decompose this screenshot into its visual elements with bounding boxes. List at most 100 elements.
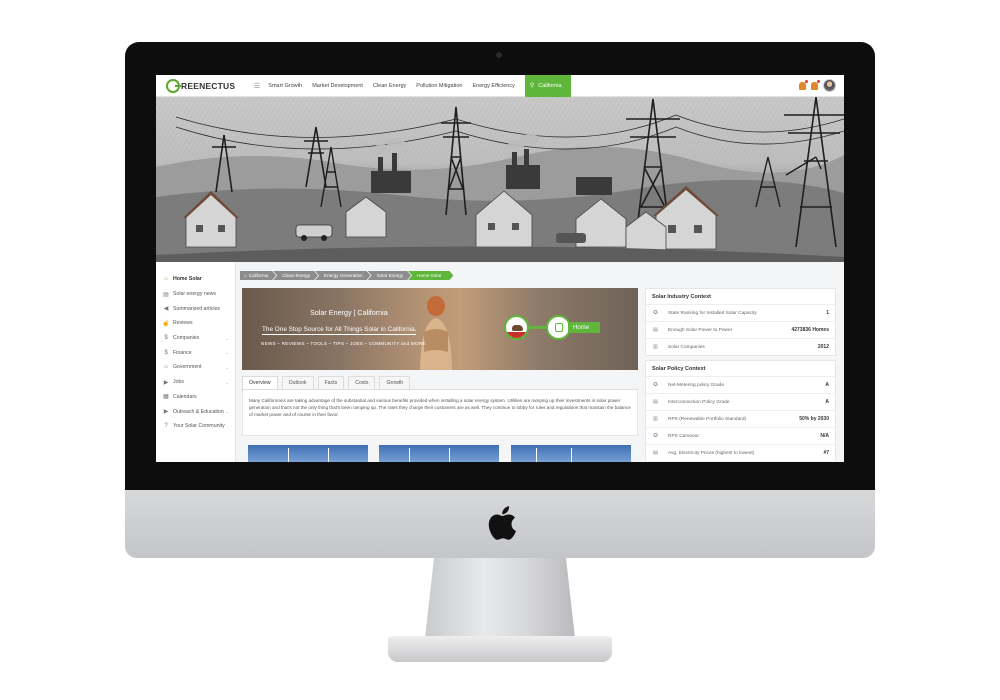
policy-context-panel: Solar Policy Context ✪ Net-Metering poli… bbox=[645, 360, 836, 461]
tab-outlook[interactable]: Outlook bbox=[281, 376, 314, 389]
solar-banner: Solar Energy | California The One Stop S… bbox=[242, 288, 638, 370]
dollar-icon: $ bbox=[164, 349, 168, 356]
alert-icon[interactable] bbox=[811, 79, 820, 90]
nav-item-california-label: California bbox=[538, 82, 562, 89]
tab-growth[interactable]: Growth bbox=[379, 376, 411, 389]
nav-item-market-development[interactable]: Market Development bbox=[312, 83, 363, 89]
nav-item-clean-energy[interactable]: Clean Energy bbox=[373, 83, 406, 89]
breadcrumb: ⌂ California Clean Energy Energy Generat… bbox=[240, 271, 450, 280]
doc-icon: ▤ bbox=[652, 450, 659, 456]
breadcrumb-item-california[interactable]: ⌂ California bbox=[240, 271, 276, 280]
connector-line bbox=[529, 326, 546, 329]
content-tabs: Overview Outlook Facts Costs Growth bbox=[242, 376, 638, 390]
top-navigation: REENECTUS ☰ Smart Growth Market Developm… bbox=[156, 75, 844, 97]
chevron-down-icon[interactable]: ⌄ bbox=[226, 365, 229, 370]
nav-item-smart-growth[interactable]: Smart Growth bbox=[268, 83, 302, 89]
tab-costs[interactable]: Costs bbox=[348, 376, 376, 389]
megaphone-icon: ◀ bbox=[163, 306, 169, 313]
banner-links: NEWS – REVIEWS – TOOLS – TIPS – JOBS – C… bbox=[261, 341, 426, 346]
menu-icon[interactable]: ☰ bbox=[254, 82, 260, 90]
hero-illustration bbox=[156, 97, 844, 262]
chevron-down-icon[interactable]: ⌄ bbox=[226, 380, 229, 385]
sidebar-item-your-solar-community[interactable]: ? Your Solar Community bbox=[156, 419, 235, 434]
policy-row-rps: ▥ RPS (Renewable Portfolio Standard) 50%… bbox=[646, 410, 835, 427]
notification-icon[interactable] bbox=[799, 79, 808, 90]
notification-badge bbox=[805, 79, 808, 83]
industry-context-panel: Solar Industry Context ✪ State Ranking f… bbox=[645, 288, 836, 356]
award-icon: ✪ bbox=[653, 382, 658, 388]
thumbs-icon: ☝ bbox=[162, 320, 170, 327]
policy-row-net-metering: ✪ Net-Metering policy Grade A bbox=[646, 376, 835, 393]
sidebar-item-label: Outreach & Education bbox=[173, 408, 224, 415]
sidebar-item-label: Finance bbox=[173, 349, 192, 356]
sidebar-item-outreach-education[interactable]: ▶ Outreach & Education ⌄ bbox=[156, 404, 235, 419]
row-label: Interconnection Policy Grade bbox=[668, 399, 730, 405]
chevron-down-icon[interactable]: ⌄ bbox=[226, 409, 229, 414]
sidebar-item-companies[interactable]: $ Companies ⌄ bbox=[156, 331, 235, 346]
turbine-graphic bbox=[449, 448, 450, 462]
solar-panel-icon bbox=[555, 323, 563, 332]
sidebar-item-home-solar[interactable]: ⌂ Home Solar bbox=[156, 272, 235, 287]
article-card[interactable] bbox=[248, 445, 368, 462]
sidebar-item-label: Solar energy news bbox=[173, 291, 216, 298]
sidebar-item-finance[interactable]: $ Finance ⌄ bbox=[156, 345, 235, 360]
sidebar: ⌂ Home Solar ▤ Solar energy news ◀ Summa… bbox=[156, 262, 236, 462]
nav-item-california[interactable]: ⚲ California bbox=[524, 75, 571, 97]
sidebar-item-jobs[interactable]: ▶ Jobs ⌄ bbox=[156, 375, 235, 390]
breadcrumb-item-solar-energy[interactable]: Solar Energy bbox=[368, 271, 412, 280]
screen: REENECTUS ☰ Smart Growth Market Developm… bbox=[156, 75, 844, 462]
industry-row-companies: ▥ Solar Companies 2012 bbox=[646, 338, 835, 355]
nav-item-pollution-mitigation[interactable]: Pollution Mitigation bbox=[416, 83, 462, 89]
monitor-stand bbox=[425, 558, 575, 638]
breadcrumb-label: Energy Generation bbox=[324, 273, 363, 278]
alert-badge bbox=[817, 79, 820, 83]
hero-scene-graphic bbox=[156, 97, 844, 262]
panel-title: Solar Policy Context bbox=[652, 366, 706, 372]
logo-g-icon bbox=[166, 78, 181, 93]
sidebar-item-government[interactable]: ⌂ Government ⌄ bbox=[156, 360, 235, 375]
sidebar-item-reviews[interactable]: ☝ Reviews bbox=[156, 316, 235, 331]
california-flag-icon bbox=[504, 315, 529, 340]
tab-overview[interactable]: Overview bbox=[242, 376, 278, 389]
breadcrumb-label: Home Solar bbox=[417, 273, 442, 278]
sidebar-item-label: Calendars bbox=[173, 393, 197, 400]
location-pin-icon: ⚲ bbox=[529, 83, 535, 89]
article-card[interactable] bbox=[511, 445, 631, 462]
policy-row-electricity-prices: ▤ Avg. Electricity Prices (highest to lo… bbox=[646, 444, 835, 461]
flag-band bbox=[506, 332, 527, 338]
breadcrumb-item-energy-generation[interactable]: Energy Generation bbox=[315, 271, 371, 280]
home-button[interactable]: Home bbox=[568, 322, 600, 333]
news-icon: ▤ bbox=[163, 291, 169, 298]
tab-facts[interactable]: Facts bbox=[317, 376, 345, 389]
turbine-graphic bbox=[571, 448, 572, 462]
turbine-graphic bbox=[328, 448, 329, 462]
article-card[interactable] bbox=[379, 445, 499, 462]
row-value: 1 bbox=[826, 310, 829, 316]
camera-icon bbox=[496, 52, 502, 58]
sidebar-item-summarized-articles[interactable]: ◀ Summarized articles bbox=[156, 301, 235, 316]
user-avatar[interactable] bbox=[823, 79, 836, 92]
industry-row-homes: ▤ Enough Solar Power to Power 4273836 Ho… bbox=[646, 321, 835, 338]
doc-icon: ▤ bbox=[652, 399, 659, 405]
chevron-down-icon[interactable]: ⌄ bbox=[226, 350, 229, 355]
row-value: A bbox=[825, 399, 829, 405]
banner-title: Solar Energy | California bbox=[310, 308, 388, 317]
row-value: 4273836 Homes bbox=[791, 327, 829, 333]
greenectus-logo[interactable]: REENECTUS bbox=[166, 78, 246, 93]
row-value: #7 bbox=[823, 450, 829, 456]
nav-item-energy-efficiency[interactable]: Energy Efficiency bbox=[472, 83, 514, 89]
sidebar-item-solar-energy-news[interactable]: ▤ Solar energy news bbox=[156, 287, 235, 302]
breadcrumb-item-clean-energy[interactable]: Clean Energy bbox=[273, 271, 318, 280]
row-label: State Ranking for Installed Solar Capaci… bbox=[668, 310, 757, 316]
panel-title: Solar Industry Context bbox=[652, 294, 711, 300]
sidebar-item-calendars[interactable]: ▦ Calendars bbox=[156, 390, 235, 405]
row-label: Net-Metering policy Grade bbox=[668, 382, 724, 388]
chart-icon: ▥ bbox=[652, 344, 659, 350]
policy-row-interconnection: ▤ Interconnection Policy Grade A bbox=[646, 393, 835, 410]
nav-right-tools bbox=[799, 79, 836, 92]
policy-row-rps-carveout: ✪ RPS Carveout N/A bbox=[646, 427, 835, 444]
chevron-down-icon[interactable]: ⌄ bbox=[226, 336, 229, 341]
calendar-icon: ▦ bbox=[163, 394, 169, 401]
monitor-stand-base bbox=[388, 636, 612, 662]
question-icon: ? bbox=[164, 423, 168, 430]
